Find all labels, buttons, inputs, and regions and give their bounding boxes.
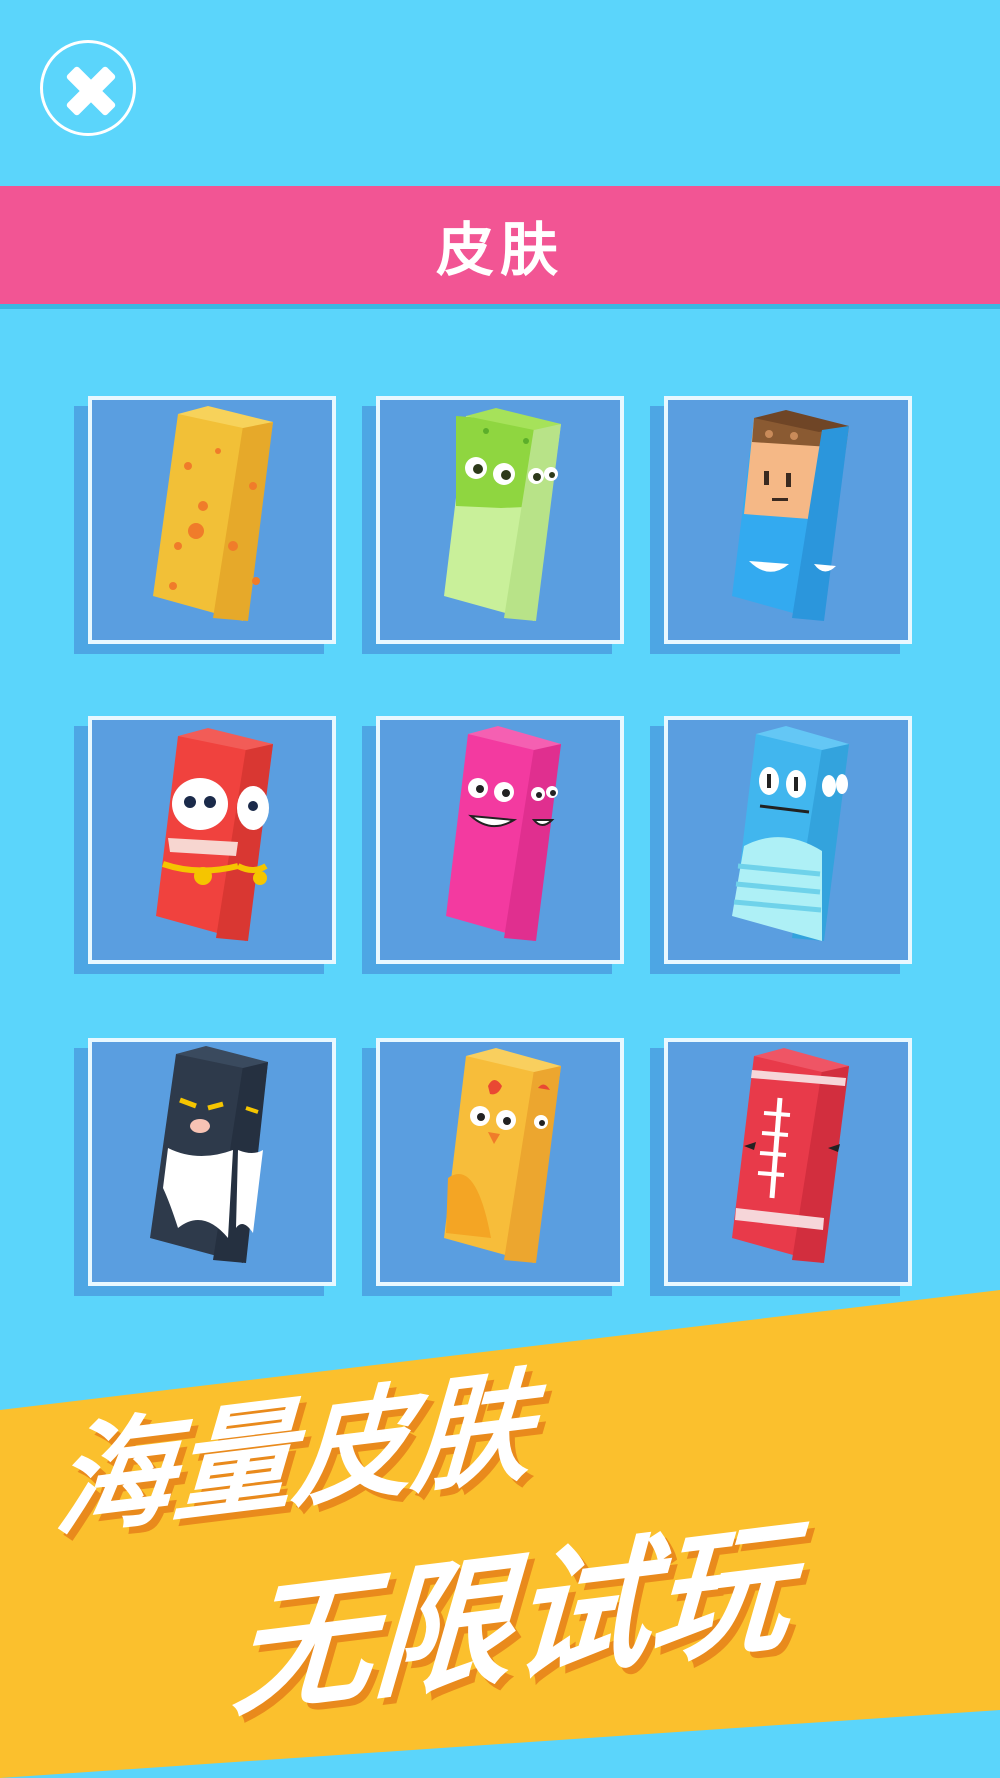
- cat-skin-icon: [150, 1046, 268, 1263]
- boy-skin-icon: [732, 410, 849, 621]
- chick-skin-icon: [444, 1048, 561, 1263]
- skin-tile-pink-monster[interactable]: [362, 716, 624, 974]
- skin-tile-football[interactable]: [650, 1038, 912, 1296]
- pink-monster-skin-icon: [446, 726, 561, 941]
- skin-tile-blue-monster[interactable]: [650, 716, 912, 974]
- blue-monster-skin-icon: [732, 726, 849, 941]
- frog-skin-icon: [444, 408, 561, 621]
- skin-tile-daruma[interactable]: [74, 716, 336, 974]
- skin-grid: [0, 0, 1000, 1300]
- football-skin-icon: [732, 1048, 849, 1263]
- skin-tile-chick[interactable]: [362, 1038, 624, 1296]
- skin-tile-cat[interactable]: [74, 1038, 336, 1296]
- cheese-skin-icon: [153, 406, 273, 621]
- skin-tile-cheese[interactable]: [74, 396, 336, 654]
- skin-tile-boy[interactable]: [650, 396, 912, 654]
- skin-tile-frog[interactable]: [362, 396, 624, 654]
- daruma-skin-icon: [156, 728, 273, 941]
